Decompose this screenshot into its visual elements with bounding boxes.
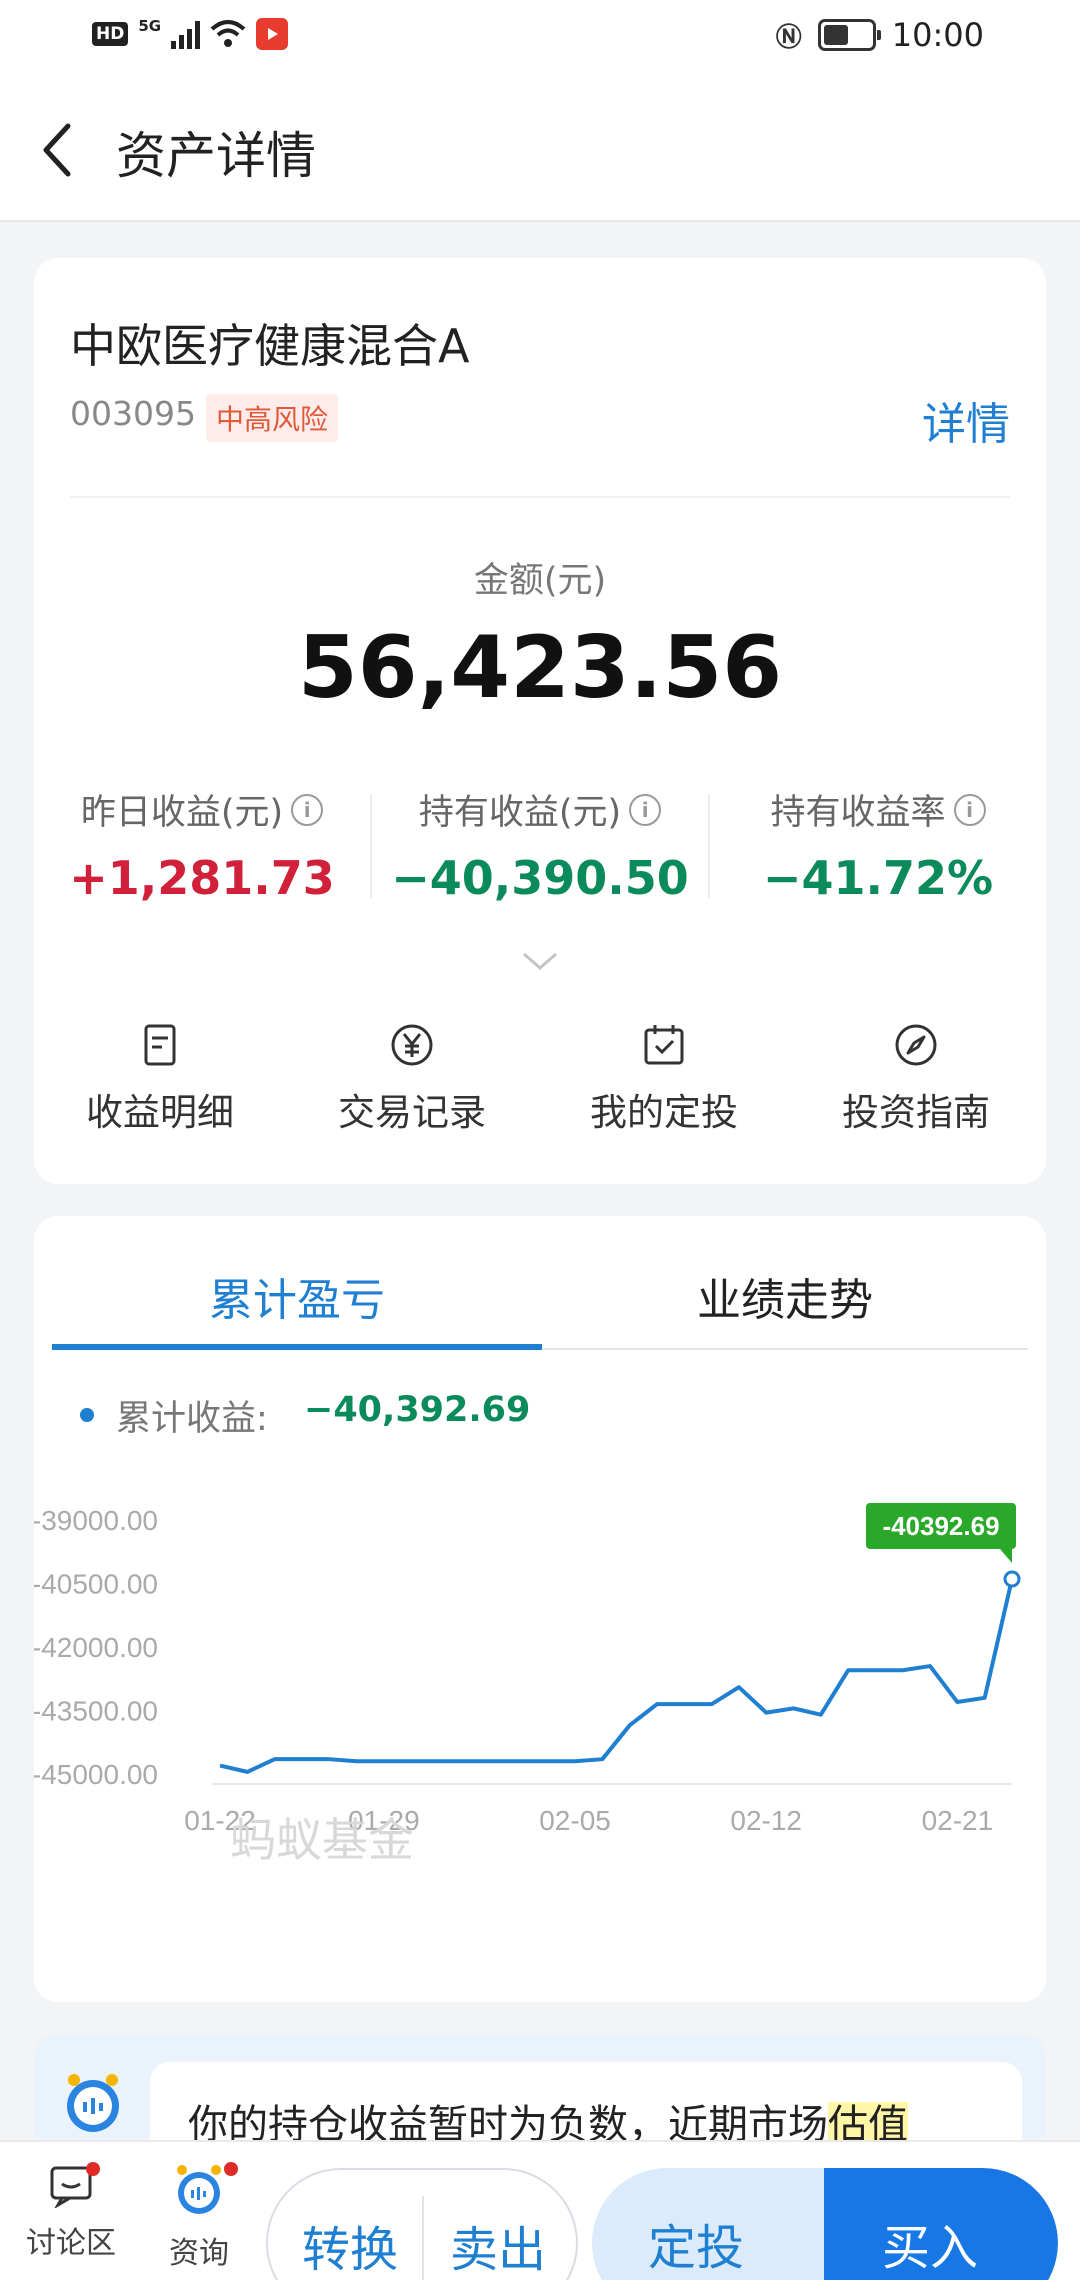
stat-value: −41.72%	[762, 851, 994, 905]
y-tick-label: -39000.00	[34, 1505, 158, 1536]
profit-line-chart: -39000.00 -40500.00 -42000.00 -43500.00 -450…	[34, 1502, 1021, 1867]
y-tick-label: -40500.00	[34, 1569, 158, 1600]
convert-button[interactable]: 转换	[302, 2210, 398, 2280]
status-bar: HD 5G Ⓝ 10:00	[0, 0, 1080, 76]
amount-value: 56,423.56	[297, 618, 783, 718]
discussion-button[interactable]: 讨论区	[16, 2162, 126, 2262]
hd-badge: HD	[92, 22, 129, 46]
status-right: Ⓝ 10:00	[776, 16, 984, 54]
fund-summary-card: 中欧医疗健康混合A 003095 中高风险 详情 金额(元) 56,423.56…	[34, 258, 1046, 1184]
notification-dot	[224, 2162, 238, 2176]
end-point	[1003, 1570, 1021, 1588]
action-income-detail[interactable]: 收益明细	[34, 1022, 286, 1136]
assistant-bot-icon	[177, 2165, 221, 2214]
risk-badge: 中高风险	[206, 394, 339, 442]
y-tick-label: -43500.00	[34, 1696, 158, 1727]
page-title: 资产详情	[116, 127, 316, 185]
stat-holding-profit: 持有收益(元) i −40,390.50	[372, 784, 708, 905]
stat-label: 持有收益率	[770, 793, 946, 833]
fund-code: 003095	[70, 394, 196, 433]
info-icon[interactable]: i	[291, 793, 324, 826]
divider	[70, 496, 1010, 498]
calendar-check-icon	[644, 1025, 684, 1065]
stat-yesterday: 昨日收益(元) i +1,281.73	[34, 784, 370, 905]
notification-dot	[86, 2162, 100, 2176]
stat-label: 昨日收益(元)	[80, 793, 284, 833]
info-icon[interactable]: i	[953, 793, 986, 826]
assistant-bot-icon[interactable]	[60, 2070, 126, 2136]
action-label: 收益明细	[86, 1091, 234, 1134]
end-value-label: -40392.69	[882, 1511, 999, 1541]
buy-label: 买入	[882, 2220, 979, 2276]
series-line	[219, 1578, 1014, 1774]
info-icon[interactable]: i	[629, 793, 662, 826]
invest-buy-group: 定投 买入	[592, 2168, 1058, 2280]
x-tick-label: 02-05	[539, 1805, 611, 1836]
action-label: 我的定投	[590, 1091, 738, 1134]
action-trade-records[interactable]: 交易记录	[286, 1022, 538, 1136]
action-label: 投资指南	[842, 1091, 990, 1134]
action-my-auto-invest[interactable]: 我的定投	[538, 1022, 790, 1136]
profit-chart-card: 累计盈亏 业绩走势 累计收益: −40,392.69 -39000.00 -405…	[34, 1216, 1046, 2002]
header: 资产详情	[0, 76, 1080, 222]
status-left: HD 5G	[92, 17, 289, 50]
action-invest-guide[interactable]: 投资指南	[790, 1022, 1042, 1136]
watermark: 蚂蚁基金	[230, 1813, 414, 1867]
back-icon[interactable]	[38, 120, 78, 180]
end-value-label-pointer	[1000, 1548, 1012, 1563]
chevron-down-icon[interactable]	[520, 950, 560, 974]
stats-row: 昨日收益(元) i +1,281.73 持有收益(元) i −40,390.50 持…	[34, 784, 1046, 905]
discussion-label: 讨论区	[26, 2226, 116, 2261]
x-tick-label: 02-12	[730, 1805, 802, 1836]
sell-button[interactable]: 卖出	[450, 2210, 546, 2280]
wifi-icon	[210, 20, 246, 47]
nfc-icon: Ⓝ	[775, 22, 802, 53]
convert-sell-group: 转换 卖出	[266, 2168, 578, 2280]
network-type: 5G	[138, 17, 162, 35]
signal-icon	[171, 19, 201, 49]
bottom-action-bar: 讨论区 资询 转换 卖出 定投 买入	[0, 2140, 1080, 2280]
auto-invest-button[interactable]: 定投	[648, 2208, 744, 2278]
document-icon	[144, 1024, 176, 1066]
y-tick-label: -42000.00	[34, 1632, 158, 1663]
stat-value: −40,390.50	[391, 851, 689, 905]
battery-icon	[817, 19, 881, 51]
amount-label: 金额(元)	[473, 561, 607, 601]
yen-circle-icon	[391, 1024, 433, 1066]
app-notification-icon	[256, 18, 289, 50]
stat-holding-rate: 持有收益率 i −41.72%	[710, 784, 1046, 905]
clock: 10:00	[891, 16, 984, 54]
stat-label: 持有收益(元)	[418, 793, 622, 833]
x-tick-label: 02-21	[922, 1805, 994, 1836]
buy-button[interactable]: 买入	[824, 2168, 1058, 2280]
quick-actions: 收益明细 交易记录 我的定投 投资指南	[34, 1022, 1046, 1142]
detail-link[interactable]: 详情	[922, 388, 1010, 452]
consult-label: 资询	[169, 2236, 229, 2271]
fund-name: 中欧医疗健康混合A	[70, 319, 470, 373]
action-label: 交易记录	[338, 1091, 486, 1134]
stat-value: +1,281.73	[69, 851, 335, 905]
consult-button[interactable]: 资询	[144, 2162, 254, 2272]
compass-icon	[895, 1024, 937, 1066]
y-tick-label: -45000.00	[34, 1759, 158, 1790]
divider	[422, 2196, 424, 2280]
